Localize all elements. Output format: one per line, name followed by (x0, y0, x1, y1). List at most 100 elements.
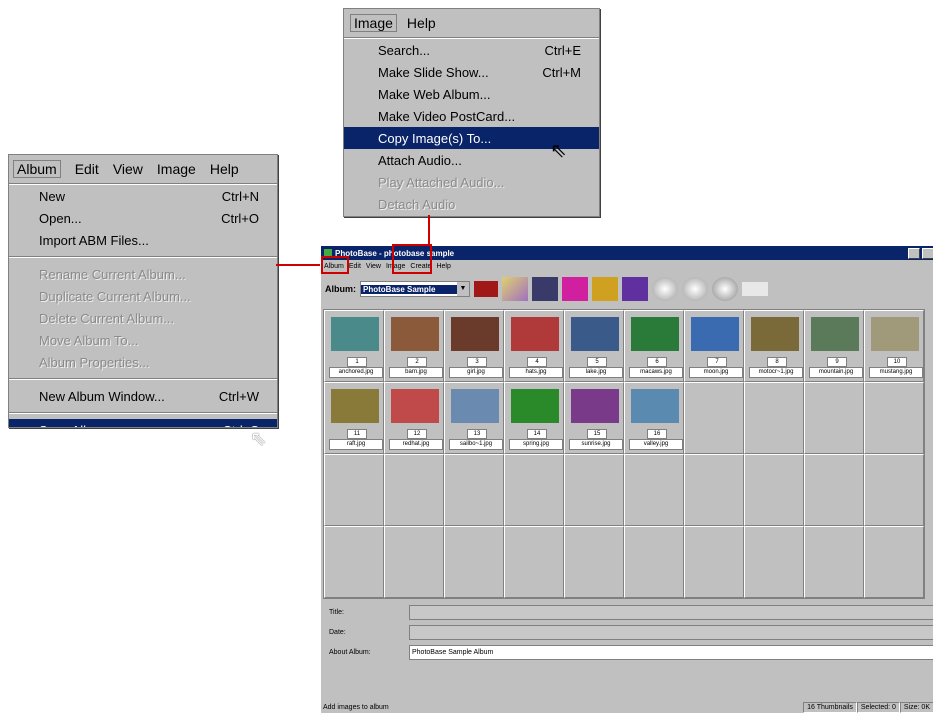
menu-image[interactable]: Image (157, 161, 196, 177)
thumbnail-image[interactable] (751, 317, 799, 351)
thumbnail-cell[interactable]: 2 barn.jpg (384, 310, 444, 382)
thumbnail-cell[interactable]: 7 moon.jpg (684, 310, 744, 382)
menu-item-label: Copy Image(s) To... (378, 130, 492, 146)
menu-item-rename-current-album: Rename Current Album... (9, 263, 277, 285)
empty-cell (624, 526, 684, 598)
thumbnail-cell[interactable]: 12 redhat.jpg (384, 382, 444, 454)
toolbar: Album: PhotoBase Sample ▼ (321, 272, 933, 306)
thumbnail-cell[interactable]: 9 mountain.jpg (804, 310, 864, 382)
sort-icon[interactable] (622, 277, 648, 301)
empty-cell (324, 526, 384, 598)
date-field[interactable] (409, 624, 933, 640)
album-color-button[interactable] (474, 281, 498, 297)
thumbnail-image[interactable] (451, 389, 499, 423)
menu-item-label: Attach Audio... (378, 152, 462, 168)
thumbnail-cell[interactable]: 13 sailbo~1.jpg (444, 382, 504, 454)
thumbnail-cell[interactable]: 1 anchored.jpg (324, 310, 384, 382)
image-menubar: Image Help (344, 9, 599, 37)
empty-cell (744, 526, 804, 598)
connector-line-vertical (428, 215, 430, 247)
thumbnail-cell[interactable]: 3 girl.jpg (444, 310, 504, 382)
menu-item-shortcut: Ctrl+N (221, 188, 259, 204)
empty-cell (864, 454, 924, 526)
thumbnail-cell[interactable]: 5 lake.jpg (564, 310, 624, 382)
menu-album[interactable]: Album (13, 160, 61, 178)
thumbnail-image[interactable] (571, 389, 619, 423)
title-field[interactable] (409, 604, 933, 620)
empty-cell (564, 526, 624, 598)
app-menu-view[interactable]: View (366, 263, 381, 270)
cd-icon[interactable] (682, 277, 708, 301)
thumbnail-cell[interactable]: 6 macaws.jpg (624, 310, 684, 382)
save-disk-icon[interactable] (562, 277, 588, 301)
thumbnail-image[interactable] (391, 389, 439, 423)
printer-icon[interactable] (592, 277, 618, 301)
thumbnail-cell[interactable]: 14 spring.jpg (504, 382, 564, 454)
menu-item-make-video-postcard[interactable]: Make Video PostCard... (344, 105, 599, 127)
empty-cell (744, 382, 804, 454)
date-row: Date: (321, 622, 933, 642)
album-fields: Title: Date: About Album: PhotoBase Samp… (321, 602, 933, 662)
menu-item-new[interactable]: New Ctrl+N (9, 185, 277, 207)
menu-item-label: Make Web Album... (378, 86, 491, 102)
minimize-button[interactable] (908, 247, 920, 259)
mouse-cursor-icon: ⇖ (250, 426, 267, 450)
about-album-field[interactable]: PhotoBase Sample Album (409, 644, 933, 660)
menu-view[interactable]: View (113, 161, 143, 177)
thumbnail-image[interactable] (391, 317, 439, 351)
menu-item-shortcut: Ctrl+E (544, 42, 581, 58)
album-menu-items: New Ctrl+N Open... Ctrl+O Import ABM Files..… (9, 185, 277, 427)
empty-cell (444, 454, 504, 526)
menu-edit[interactable]: Edit (75, 161, 99, 177)
thumbnail-image[interactable] (451, 317, 499, 351)
menu-item-album-properties: Album Properties... (9, 351, 277, 373)
thumbnail-cell[interactable]: 15 sunrise.jpg (564, 382, 624, 454)
album-menu-popup: Album Edit View Image Help New Ctrl+N Open... C… (8, 154, 278, 428)
camera-icon[interactable] (532, 277, 558, 301)
status-bar: Add images to album 16 Thumbnails Select… (321, 702, 933, 713)
thumbnail-image[interactable] (331, 389, 379, 423)
menu-item-search[interactable]: Search... Ctrl+E (344, 39, 599, 61)
thumbnail-cell[interactable]: 4 hats.jpg (504, 310, 564, 382)
selected-count: Selected: 0 (856, 702, 900, 713)
menu-item-make-web-album[interactable]: Make Web Album... (344, 83, 599, 105)
menu-image[interactable]: Image (350, 14, 397, 32)
cd-video-icon[interactable] (712, 277, 738, 301)
menu-item-open[interactable]: Open... Ctrl+O (9, 207, 277, 229)
empty-cell (684, 382, 744, 454)
thumbnail-image[interactable] (871, 317, 919, 351)
thumbnail-cell[interactable]: 10 mustang.jpg (864, 310, 924, 382)
thumbnail-image[interactable] (691, 317, 739, 351)
thumbnail-image[interactable] (631, 317, 679, 351)
thumbnail-cell[interactable]: 8 motocr~1.jpg (744, 310, 804, 382)
cd-icon[interactable] (652, 277, 678, 301)
chevron-down-icon[interactable]: ▼ (457, 282, 469, 296)
app-menu-help[interactable]: Help (436, 263, 450, 270)
about-label: About Album: (329, 648, 371, 656)
menu-item-make-slide-show[interactable]: Make Slide Show... Ctrl+M (344, 61, 599, 83)
thumbnail-cell[interactable]: 16 valley.jpg (624, 382, 684, 454)
menu-help[interactable]: Help (210, 161, 239, 177)
thumbnail-image[interactable] (631, 389, 679, 423)
thumbnail-image[interactable] (331, 317, 379, 351)
envelope-icon[interactable] (742, 282, 768, 296)
menu-item-new-album-window[interactable]: New Album Window... Ctrl+W (9, 385, 277, 407)
thumbnail-filename: anchored.jpg (329, 367, 383, 378)
thumbnail-image[interactable] (811, 317, 859, 351)
maximize-button[interactable] (922, 247, 933, 259)
empty-cell (684, 526, 744, 598)
album-select[interactable]: PhotoBase Sample ▼ (360, 281, 470, 297)
add-images-icon[interactable] (502, 277, 528, 301)
thumbnail-cell[interactable]: 11 raft.jpg (324, 382, 384, 454)
thumbnail-image[interactable] (511, 317, 559, 351)
thumbnail-image[interactable] (571, 317, 619, 351)
menu-item-label: New (39, 188, 66, 204)
app-menu-edit[interactable]: Edit (349, 263, 361, 270)
thumbnail-image[interactable] (511, 389, 559, 423)
thumbnail-number: 4 (527, 357, 547, 367)
thumbnail-number: 12 (407, 429, 427, 439)
menu-help[interactable]: Help (407, 15, 436, 31)
menu-item-import-abm-files[interactable]: Import ABM Files... (9, 229, 277, 251)
thumbnail-grid: 1 anchored.jpg 2 barn.jpg 3 girl.jpg 4 hats.jpg… (323, 309, 925, 599)
menu-item-save-album[interactable]: Save AlbumCtrl+S (9, 419, 277, 427)
